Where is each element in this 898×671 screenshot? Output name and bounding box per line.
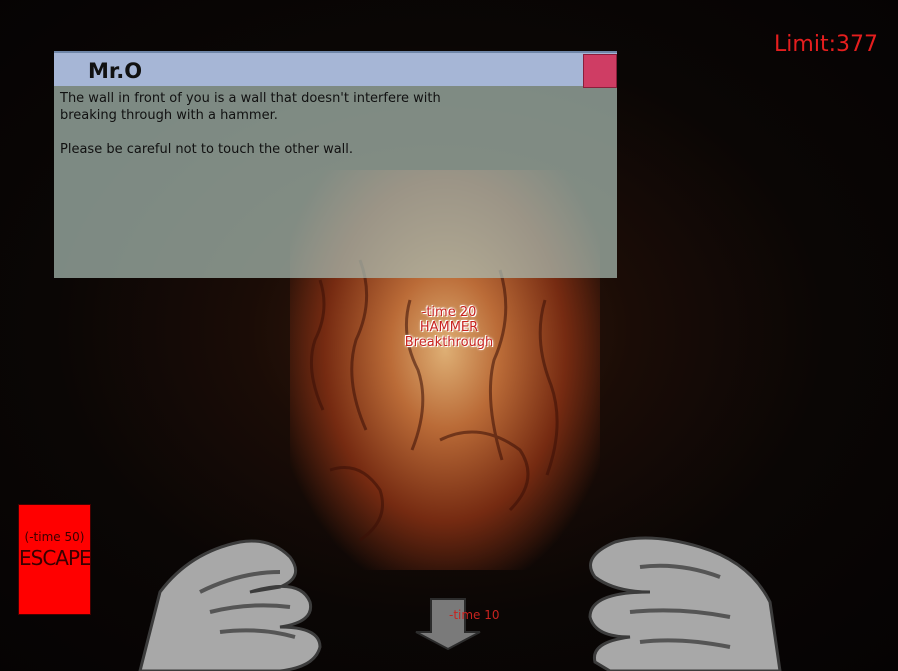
dialog-line: Please be careful not to touch the other… [60, 142, 354, 157]
escape-button[interactable]: (-time 50) ESCAPE [18, 504, 92, 615]
right-hand-icon [588, 536, 782, 671]
escape-cost: (-time 50) [24, 530, 85, 544]
hammer-breakthrough-button[interactable]: -time 20 HAMMER Breakthrough [400, 305, 498, 350]
hammer-sublabel: Breakthrough [404, 335, 494, 350]
dialog-header: Mr.O [54, 53, 617, 88]
left-hand-icon [138, 539, 322, 671]
wall-decoration [309, 259, 559, 542]
close-button[interactable] [583, 54, 617, 88]
dialog-line: The wall in front of you is a wall that … [60, 91, 441, 123]
down-arrow-icon[interactable] [414, 598, 482, 650]
time-limit-counter: Limit:377 [774, 32, 878, 57]
dialog-body: The wall in front of you is a wall that … [60, 90, 500, 175]
dialog-title: Mr.O [88, 59, 143, 83]
back-cost: -time 10 [449, 608, 500, 622]
hammer-cost: -time 20 [421, 305, 477, 320]
hammer-label: HAMMER [419, 320, 479, 335]
message-dialog: Mr.O The wall in front of you is a wall … [54, 51, 617, 278]
escape-label: ESCAPE [19, 546, 92, 570]
